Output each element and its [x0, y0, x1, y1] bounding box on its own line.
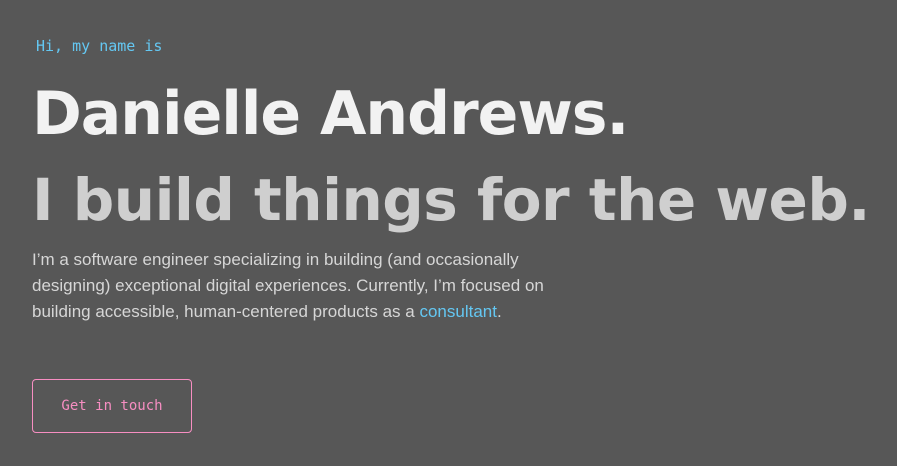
get-in-touch-button[interactable]: Get in touch	[32, 379, 192, 433]
tagline-heading: I build things for the web.	[32, 166, 870, 234]
intro-paragraph: I’m a software engineer specializing in …	[32, 247, 572, 325]
greeting-text: Hi, my name is	[36, 37, 163, 55]
name-heading: Danielle Andrews.	[32, 79, 629, 149]
intro-end: .	[496, 302, 502, 321]
consultant-link[interactable]: consultant	[419, 302, 497, 321]
